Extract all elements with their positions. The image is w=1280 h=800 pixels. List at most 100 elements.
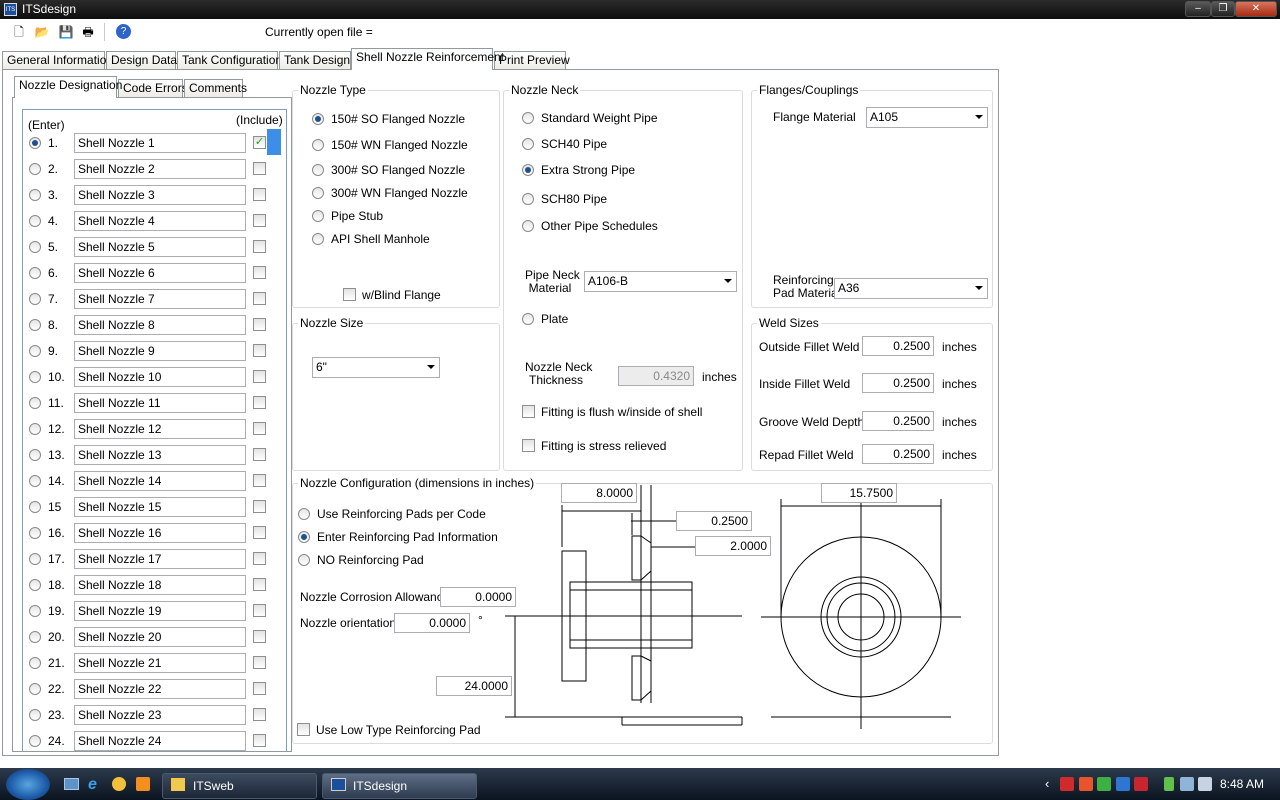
nozzle-include-checkbox[interactable] [253, 656, 266, 669]
tray-app-icon[interactable] [1060, 777, 1074, 791]
open-folder-icon[interactable]: 📂 [34, 24, 50, 40]
plate-radio[interactable] [522, 313, 534, 325]
nozzle-include-checkbox[interactable] [253, 318, 266, 331]
print-icon[interactable]: 🖶 [80, 24, 96, 40]
nozzle-include-checkbox[interactable] [253, 526, 266, 539]
projection-input[interactable]: 8.0000 [561, 483, 637, 503]
nozzle-select-radio[interactable] [29, 241, 41, 253]
low-type-pad-checkbox[interactable] [297, 723, 310, 736]
orientation-input[interactable]: 0.0000 [394, 613, 470, 633]
height-input[interactable]: 24.0000 [436, 676, 512, 696]
nozzle-name-input[interactable]: Shell Nozzle 13 [74, 445, 246, 465]
nozzle-neck-radio[interactable] [522, 138, 534, 150]
reinforcing-pad-radio[interactable] [298, 508, 310, 520]
repad-material-select[interactable]: A36 [834, 278, 988, 299]
nozzle-type-radio[interactable] [312, 187, 324, 199]
show-desktop-icon[interactable] [64, 778, 79, 790]
nozzle-select-radio[interactable] [29, 631, 41, 643]
minimize-button[interactable]: – [1185, 1, 1211, 17]
tab-general-information[interactable]: General Information [2, 51, 113, 69]
nozzle-type-radio[interactable] [312, 139, 324, 151]
tray-app-icon[interactable] [1079, 777, 1093, 791]
pad-diameter-input[interactable]: 15.7500 [821, 483, 897, 503]
nozzle-name-input[interactable]: Shell Nozzle 6 [74, 263, 246, 283]
nozzle-include-checkbox[interactable] [253, 370, 266, 383]
nozzle-include-checkbox[interactable] [253, 214, 266, 227]
nozzle-neck-radio[interactable] [522, 193, 534, 205]
nozzle-include-checkbox[interactable] [253, 266, 266, 279]
nozzle-include-checkbox[interactable] [253, 396, 266, 409]
media-icon[interactable] [136, 777, 150, 791]
nozzle-name-input[interactable]: Shell Nozzle 15 [74, 497, 246, 517]
pipe-neck-material-select[interactable]: A106-B [584, 271, 737, 292]
nozzle-name-input[interactable]: Shell Nozzle 9 [74, 341, 246, 361]
tab-comments[interactable]: Comments [184, 79, 247, 97]
nozzle-name-input[interactable]: Shell Nozzle 10 [74, 367, 246, 387]
nozzle-select-radio[interactable] [29, 215, 41, 227]
nozzle-select-radio[interactable] [29, 267, 41, 279]
nozzle-select-radio[interactable] [29, 527, 41, 539]
tab-tank-design[interactable]: Tank Design [279, 51, 351, 69]
tab-tank-configuration[interactable]: Tank Configuration [177, 51, 282, 69]
nozzle-include-checkbox[interactable] [253, 422, 266, 435]
stress-relieved-checkbox[interactable] [522, 439, 535, 452]
nozzle-select-radio[interactable] [29, 579, 41, 591]
nozzle-name-input[interactable]: Shell Nozzle 17 [74, 549, 246, 569]
nozzle-include-checkbox[interactable] [253, 240, 266, 253]
nozzle-name-input[interactable]: Shell Nozzle 2 [74, 159, 246, 179]
nozzle-neck-radio[interactable] [522, 164, 534, 176]
new-file-icon[interactable]: 🗋 [11, 24, 27, 40]
nozzle-type-radio[interactable] [312, 164, 324, 176]
nozzle-name-input[interactable]: Shell Nozzle 11 [74, 393, 246, 413]
nozzle-select-radio[interactable] [29, 397, 41, 409]
battery-icon[interactable] [1164, 777, 1174, 791]
nozzle-select-radio[interactable] [29, 345, 41, 357]
pad-thickness-input[interactable]: 2.0000 [695, 536, 771, 556]
tab-design-data[interactable]: Design Data [106, 51, 177, 69]
nozzle-name-input[interactable]: Shell Nozzle 18 [74, 575, 246, 595]
nozzle-name-input[interactable]: Shell Nozzle 19 [74, 601, 246, 621]
nozzle-name-input[interactable]: Shell Nozzle 24 [74, 731, 246, 751]
tab-print-preview[interactable]: Print Preview [494, 51, 570, 69]
shell-thickness-input[interactable]: 0.2500 [676, 511, 752, 531]
nozzle-size-select[interactable]: 6" [312, 357, 440, 378]
flush-checkbox[interactable] [522, 405, 535, 418]
ie-icon[interactable]: e [88, 776, 97, 794]
nozzle-include-checkbox[interactable] [253, 474, 266, 487]
nozzle-name-input[interactable]: Shell Nozzle 14 [74, 471, 246, 491]
save-icon[interactable]: 💾 [58, 24, 74, 40]
nozzle-include-checkbox[interactable] [253, 682, 266, 695]
weld-size-input[interactable]: 0.2500 [862, 336, 934, 356]
nozzle-select-radio[interactable] [29, 137, 41, 149]
reinforcing-pad-radio[interactable] [298, 531, 310, 543]
nozzle-select-radio[interactable] [29, 163, 41, 175]
start-button[interactable] [6, 769, 50, 800]
nozzle-name-input[interactable]: Shell Nozzle 4 [74, 211, 246, 231]
nozzle-include-checkbox[interactable] [253, 604, 266, 617]
nozzle-name-input[interactable]: Shell Nozzle 12 [74, 419, 246, 439]
weld-size-input[interactable]: 0.2500 [862, 411, 934, 431]
nozzle-include-checkbox[interactable] [253, 162, 266, 175]
nozzle-include-checkbox[interactable] [253, 448, 266, 461]
nozzle-name-input[interactable]: Shell Nozzle 23 [74, 705, 246, 725]
nozzle-neck-radio[interactable] [522, 112, 534, 124]
nozzle-include-checkbox[interactable] [253, 552, 266, 565]
nozzle-select-radio[interactable] [29, 423, 41, 435]
maximize-button[interactable]: ❐ [1211, 1, 1235, 17]
weld-size-input[interactable]: 0.2500 [862, 444, 934, 464]
nozzle-name-input[interactable]: Shell Nozzle 16 [74, 523, 246, 543]
nozzle-name-input[interactable]: Shell Nozzle 7 [74, 289, 246, 309]
nozzle-select-radio[interactable] [29, 501, 41, 513]
nozzle-name-input[interactable]: Shell Nozzle 20 [74, 627, 246, 647]
nozzle-select-radio[interactable] [29, 683, 41, 695]
nozzle-select-radio[interactable] [29, 293, 41, 305]
tray-app-icon[interactable] [1116, 777, 1130, 791]
list-scrollbar-thumb[interactable] [267, 129, 281, 155]
nozzle-select-radio[interactable] [29, 475, 41, 487]
tab-shell-nozzle-reinforcement[interactable]: Shell Nozzle Reinforcement [351, 48, 504, 70]
nozzle-include-checkbox[interactable] [253, 630, 266, 643]
nozzle-select-radio[interactable] [29, 709, 41, 721]
nozzle-include-checkbox[interactable] [253, 734, 266, 747]
app-launch-icon[interactable] [112, 777, 126, 791]
tab-code-errors[interactable]: Code Errors [118, 79, 188, 97]
